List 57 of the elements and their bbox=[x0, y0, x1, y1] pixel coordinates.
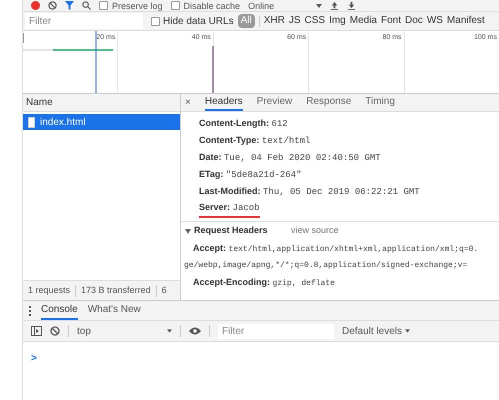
section-header[interactable]: Request Headers bbox=[185, 224, 291, 238]
header-row-text: Content-Type: text/html bbox=[199, 134, 310, 148]
summary-text: 173 B transferred bbox=[81, 284, 151, 297]
summary-text: 6 bbox=[162, 284, 167, 297]
view-source-link[interactable]: view source bbox=[291, 224, 339, 238]
caret-icon bbox=[316, 4, 322, 8]
summary-text: 1 requests bbox=[28, 284, 70, 297]
filter-icon[interactable] bbox=[65, 1, 74, 10]
details-tab[interactable]: Timing bbox=[365, 94, 395, 111]
upload-icon[interactable] bbox=[330, 1, 340, 10]
checkbox[interactable] bbox=[170, 1, 180, 10]
details-tab[interactable]: Headers bbox=[204, 94, 243, 111]
type-filter-button[interactable]: Font bbox=[381, 15, 402, 27]
header-row: Accept-Encoding: gzip, deflate bbox=[193, 276, 335, 290]
column-header[interactable]: Name bbox=[23, 94, 180, 112]
throttling-select[interactable]: Online bbox=[248, 0, 308, 10]
eye-icon[interactable] bbox=[189, 327, 201, 335]
checkbox-label: Disable cache bbox=[184, 0, 240, 10]
header-continuation: ge/webp,image/apng,*/*;q=0.8,application/signed-exchange;v= bbox=[184, 260, 468, 272]
type-filter-button[interactable]: WS bbox=[426, 15, 443, 27]
header-row: Accept: text/html,application/xhtml+xml,application/xml;q=0. bbox=[193, 242, 478, 256]
drawer-tab[interactable]: What's New bbox=[88, 301, 141, 320]
checkbox[interactable] bbox=[99, 1, 108, 10]
context-select[interactable]: top bbox=[77, 324, 172, 338]
header-row-text: Content-Length: 612 bbox=[199, 117, 288, 132]
type-filter-button[interactable]: XHR bbox=[264, 15, 285, 27]
levels-select[interactable]: Default levels bbox=[342, 324, 410, 338]
sidebar-icon[interactable] bbox=[31, 326, 42, 336]
caret-icon bbox=[405, 329, 410, 333]
clear-icon[interactable] bbox=[50, 326, 60, 336]
file-icon bbox=[28, 116, 35, 128]
header-row-text: Date: Tue, 04 Feb 2020 02:40:50 GMT bbox=[199, 151, 381, 166]
caret-icon bbox=[167, 329, 172, 333]
header-row-text: ETag: "5de8a21d-264" bbox=[199, 168, 302, 182]
type-filter-button[interactable]: Manifest bbox=[446, 15, 485, 27]
close-icon[interactable]: × bbox=[185, 95, 191, 110]
caret-icon bbox=[185, 228, 191, 234]
console-prompt: > bbox=[31, 353, 37, 364]
checkbox[interactable] bbox=[151, 16, 160, 26]
header-row-text: Last-Modified: Thu, 05 Dec 2019 06:22:21 GMT bbox=[199, 185, 420, 200]
filter-field[interactable]: Filter bbox=[218, 324, 334, 338]
type-filter-button[interactable]: Img bbox=[329, 15, 346, 27]
record-icon[interactable] bbox=[31, 1, 40, 10]
clear-icon[interactable] bbox=[48, 1, 57, 10]
checkbox-label: Hide data URLs bbox=[163, 14, 234, 28]
filter-field[interactable]: Filter bbox=[25, 13, 143, 29]
details-tab[interactable]: Response bbox=[306, 94, 352, 111]
type-filter-button[interactable]: Doc bbox=[405, 15, 423, 27]
download-icon[interactable] bbox=[347, 1, 356, 10]
search-icon[interactable] bbox=[82, 1, 91, 10]
header-row: Server: Jacob bbox=[199, 200, 260, 218]
type-filter-button[interactable]: JS bbox=[288, 15, 301, 27]
details-tab[interactable]: Preview bbox=[256, 94, 292, 111]
type-filter-button[interactable]: CSS bbox=[304, 15, 326, 27]
checkbox-label: Preserve log bbox=[112, 0, 163, 10]
type-filter-button[interactable]: Media bbox=[350, 15, 377, 27]
request-row[interactable]: index.html bbox=[23, 114, 180, 130]
